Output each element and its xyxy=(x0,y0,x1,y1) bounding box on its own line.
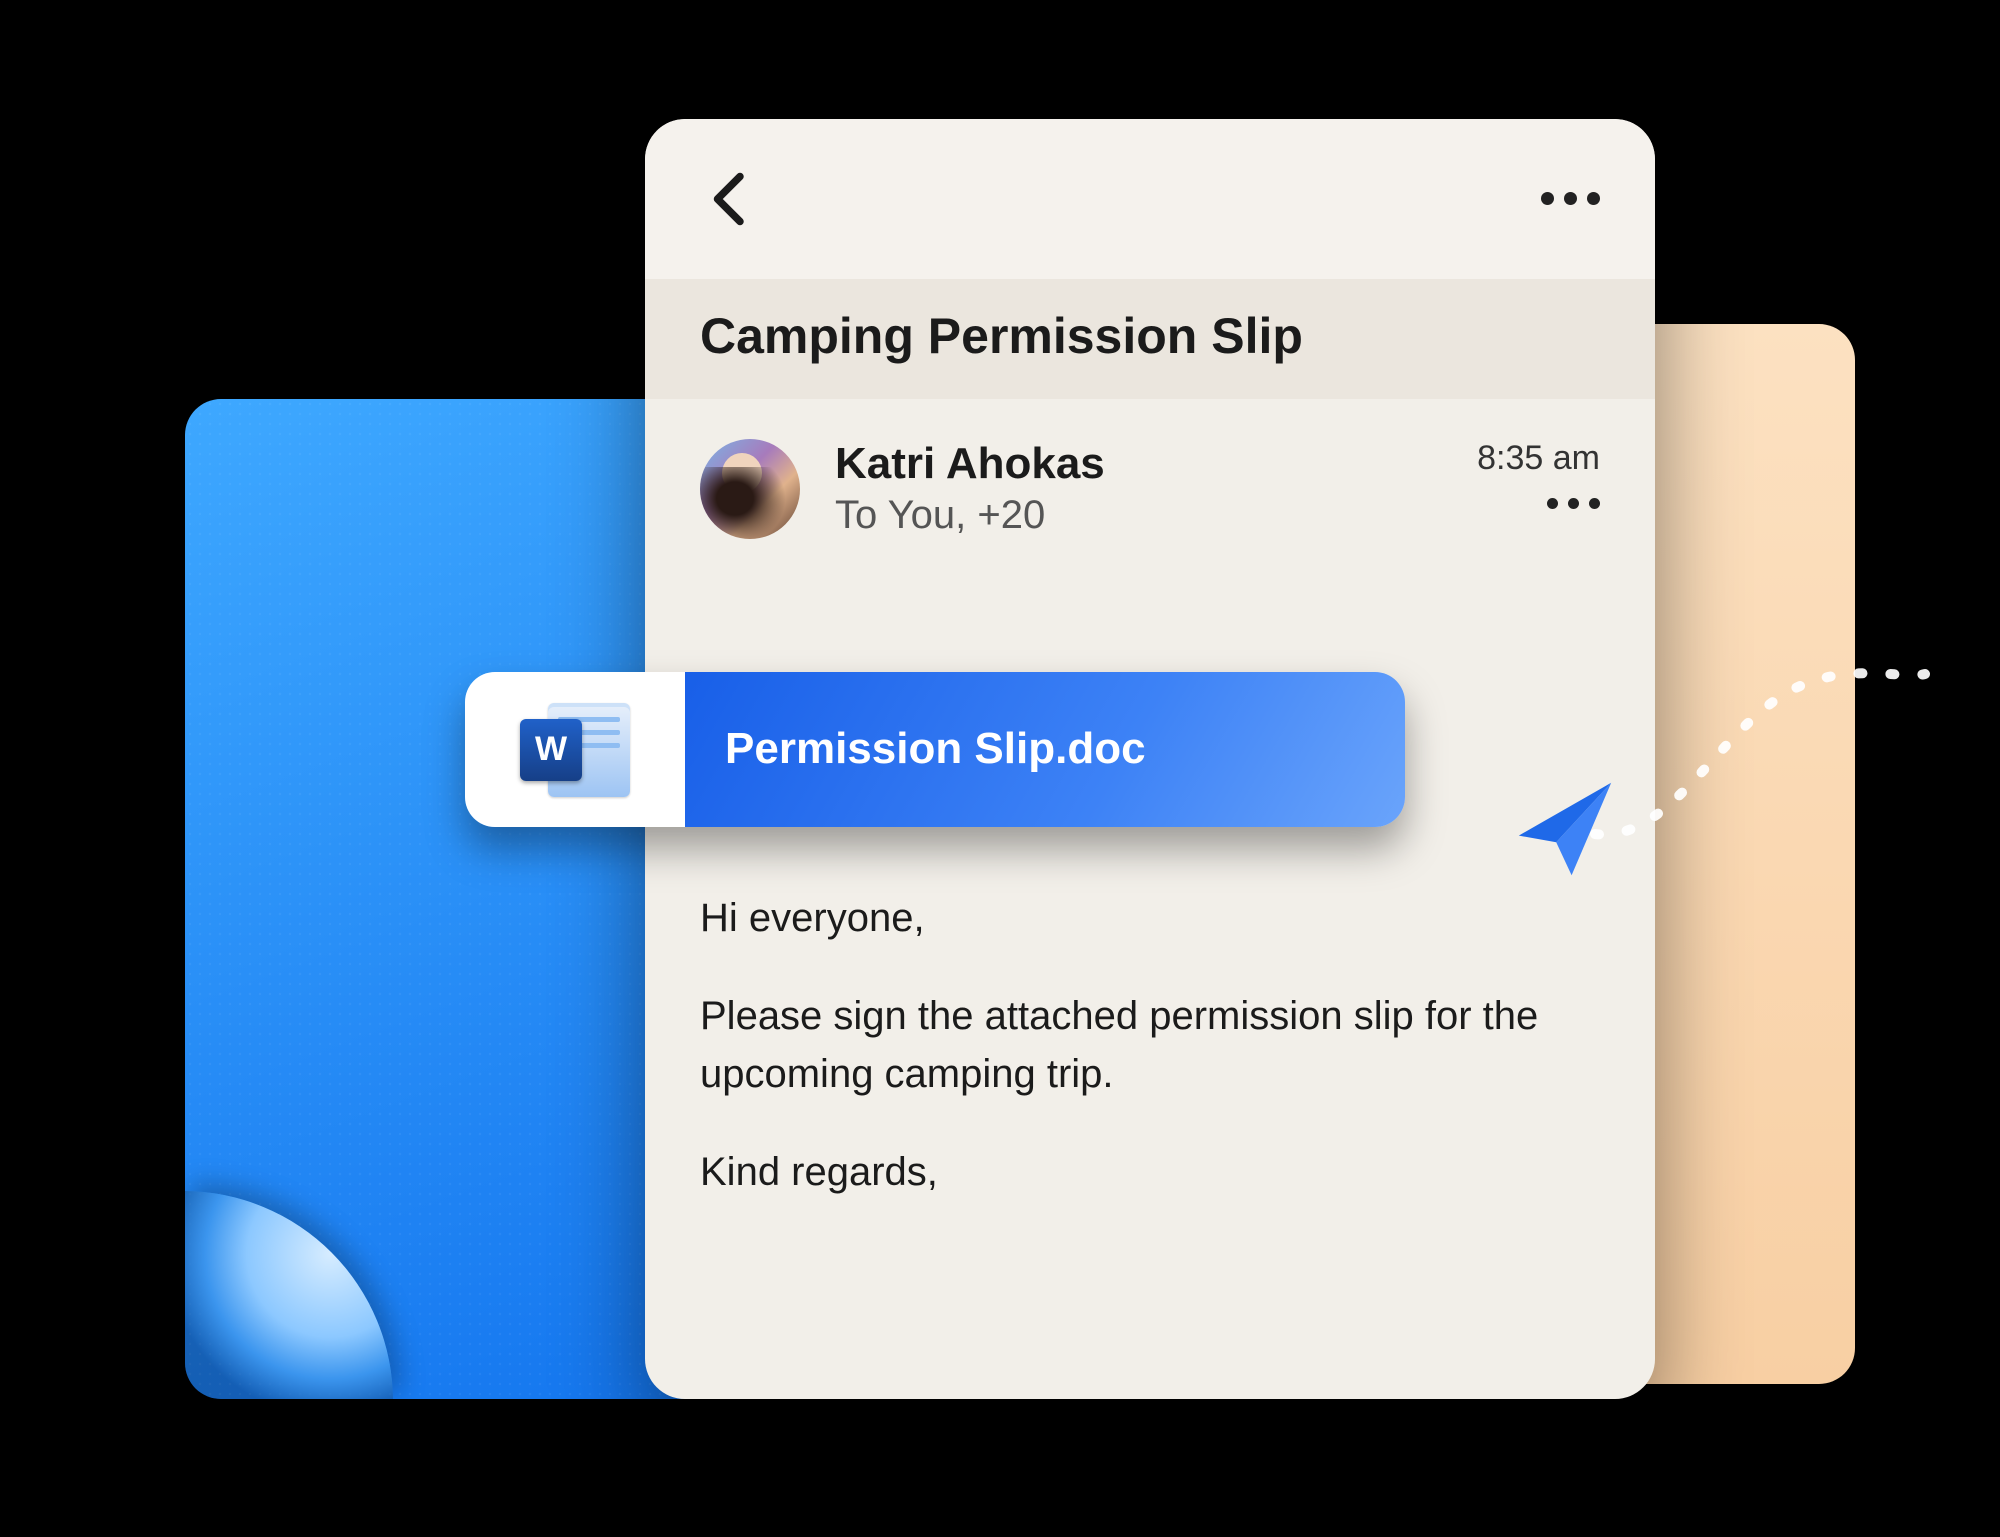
sender-avatar[interactable] xyxy=(700,439,800,539)
email-meta-right: 8:35 am xyxy=(1477,439,1600,509)
sender-info: Katri Ahokas To You, +20 xyxy=(835,439,1442,538)
word-document-icon: W xyxy=(520,697,630,802)
email-titlebar xyxy=(645,119,1655,279)
attachment-filename: Permission Slip.doc xyxy=(685,672,1405,827)
recipients-line: To You, +20 xyxy=(835,493,1442,538)
email-body: Hi everyone, Please sign the attached pe… xyxy=(645,539,1655,1201)
more-options-button[interactable] xyxy=(1541,192,1600,205)
email-subject: Camping Permission Slip xyxy=(645,279,1655,399)
chevron-left-icon xyxy=(700,169,760,229)
back-button[interactable] xyxy=(700,169,760,229)
email-body-signoff: Kind regards, xyxy=(700,1143,1600,1201)
email-body-greeting: Hi everyone, xyxy=(700,889,1600,947)
email-timestamp: 8:35 am xyxy=(1477,439,1600,478)
blue-note-texture xyxy=(185,399,725,1399)
email-meta-row: Katri Ahokas To You, +20 8:35 am xyxy=(645,399,1655,539)
attachment-icon-box: W xyxy=(465,672,685,827)
sender-name: Katri Ahokas xyxy=(835,439,1442,489)
word-badge-letter: W xyxy=(520,719,582,781)
email-body-paragraph: Please sign the attached permission slip… xyxy=(700,987,1600,1103)
message-more-options-button[interactable] xyxy=(1547,498,1600,509)
background-note-blue xyxy=(185,399,725,1399)
attachment-chip[interactable]: W Permission Slip.doc xyxy=(465,672,1405,827)
